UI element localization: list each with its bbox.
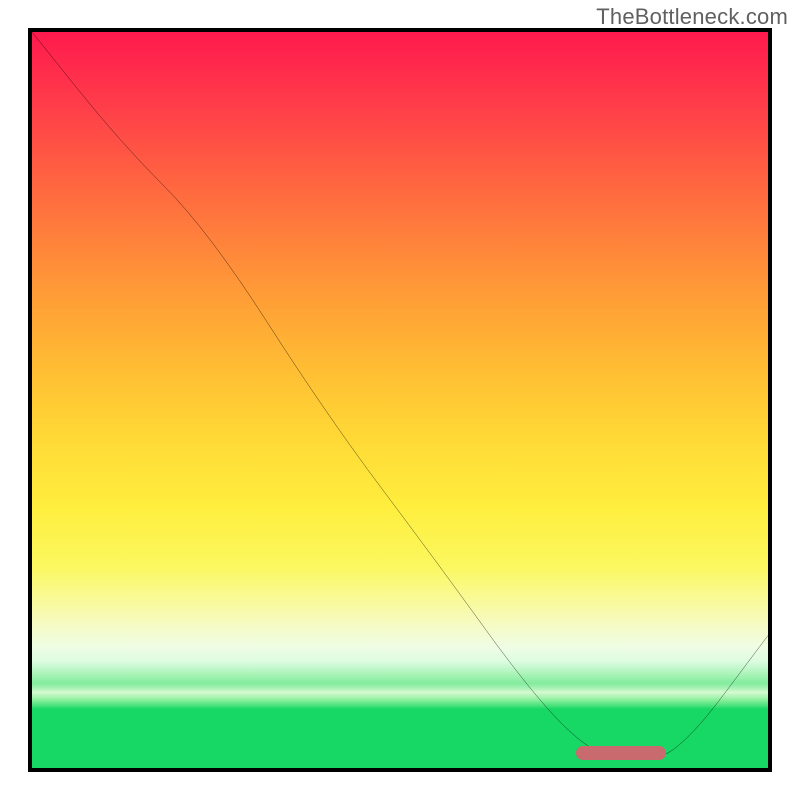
- curve-svg: [32, 32, 768, 768]
- plot-area: [32, 32, 768, 768]
- chart-stage: TheBottleneck.com: [0, 0, 800, 800]
- optimal-marker: [576, 746, 666, 760]
- watermark-text: TheBottleneck.com: [596, 4, 788, 30]
- bottleneck-curve-path: [32, 32, 768, 759]
- plot-frame: [28, 28, 772, 772]
